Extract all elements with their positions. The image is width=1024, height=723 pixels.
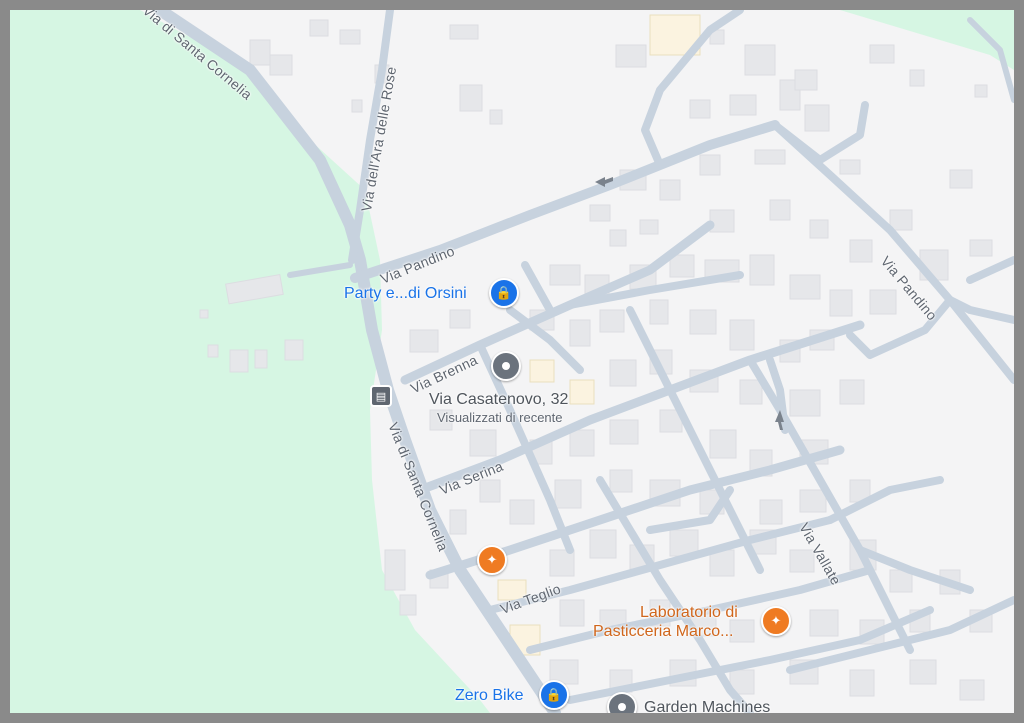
restaurant-icon-laboratorio[interactable]: ✦ [761,606,791,636]
place-label-party[interactable]: Party e...di Orsini [344,285,467,303]
location-pin-icon[interactable] [491,351,521,381]
place-label-zero-bike[interactable]: Zero Bike [455,687,523,705]
shopping-bag-icon[interactable]: 🔒 [489,278,519,308]
park-area [10,10,490,713]
map-canvas[interactable]: Via di Santa Cornelia Via dell'Ara delle… [10,10,1014,713]
place-label-laboratorio-line1[interactable]: Laboratorio di [640,603,738,622]
bus-stop-icon[interactable]: ▤ [370,385,392,407]
place-label-casatenovo[interactable]: Via Casatenovo, 32 [429,391,568,409]
restaurant-icon[interactable]: ✦ [477,545,507,575]
place-subtitle-casatenovo: Visualizzati di recente [437,410,563,425]
shopping-bag-icon-zero-bike[interactable]: 🔒 [539,680,569,710]
place-label-garden-machines[interactable]: Garden Machines [644,699,770,713]
place-label-laboratorio-line2[interactable]: Pasticceria Marco... [593,622,733,641]
